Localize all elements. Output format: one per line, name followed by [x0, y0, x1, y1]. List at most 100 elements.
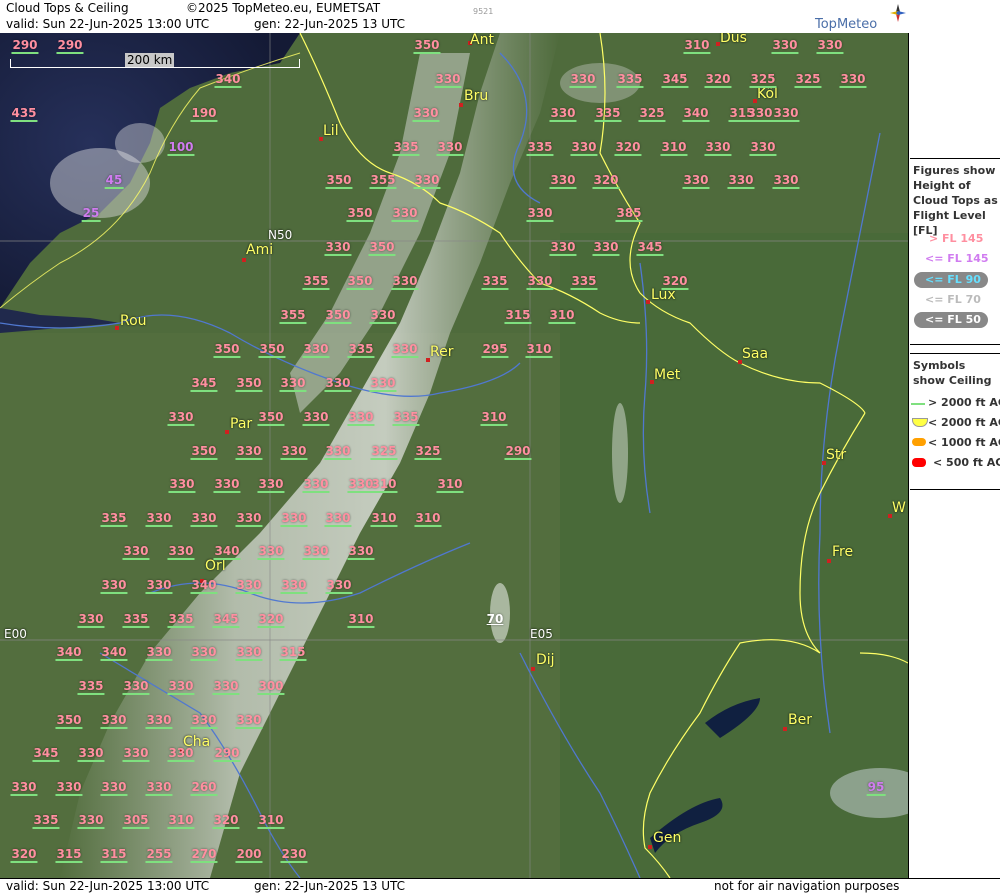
cloud-top-label: 335 — [347, 342, 375, 358]
cloud-top-label: 435 — [10, 106, 38, 122]
topmeteo-logo: TopMeteo — [815, 17, 878, 32]
cloud-top-label: 345 — [190, 376, 218, 392]
cloud-top-label: 330 — [412, 106, 440, 122]
cloud-top-label: 330 — [145, 578, 173, 594]
cloud-top-label: 320 — [257, 612, 285, 628]
cloud-top-label: 325 — [794, 72, 822, 88]
legend-panel: Figures show Height of Cloud Tops as Fli… — [908, 33, 1000, 878]
cloud-top-label: 330 — [772, 106, 800, 122]
cloud-top-label: 330 — [324, 444, 352, 460]
legend-ceil-500: < 500 ft AGL — [933, 456, 1000, 469]
cloud-top-label: 330 — [190, 713, 218, 729]
cloud-top-label: 325 — [414, 444, 442, 460]
cloud-top-label: 335 — [616, 72, 644, 88]
compass-icon — [890, 4, 906, 22]
cloud-top-label: 330 — [77, 612, 105, 628]
grid-label-e00: E00 — [4, 627, 27, 641]
city-rou: Rou — [120, 313, 147, 329]
cloud-top-label: 230 — [280, 847, 308, 863]
cloud-top-label: 345 — [661, 72, 689, 88]
cloud-top-label: 290 — [11, 38, 39, 54]
cloud-top-label: 330 — [369, 308, 397, 324]
cloud-top-label: 335 — [570, 274, 598, 290]
cloud-top-label: 350 — [324, 308, 352, 324]
legend-fl-70: <= FL 70 — [925, 293, 981, 306]
cloud-top-label: 330 — [167, 679, 195, 695]
cloud-top-label: 340 — [213, 544, 241, 560]
scale-bar-label: 200 km — [125, 53, 175, 67]
cloud-top-label: 325 — [638, 106, 666, 122]
cloud-top-label: 330 — [569, 72, 597, 88]
cloud-top-label: 320 — [661, 274, 689, 290]
ceil-yellow-icon — [912, 418, 928, 427]
cloud-top-label: 330 — [746, 106, 774, 122]
cloud-top-label: 330 — [325, 578, 353, 594]
cloud-top-label: 95 — [866, 780, 886, 796]
satellite-map[interactable]: 200 km N50 E00 E05 Ant Düs Bru Köl Lil A… — [0, 33, 908, 878]
city-met: Met — [654, 367, 681, 383]
cloud-top-label: 290 — [213, 746, 241, 762]
cloud-top-label: 330 — [77, 813, 105, 829]
cloud-top-label: 355 — [369, 173, 397, 189]
cloud-top-label: 325 — [749, 72, 777, 88]
cloud-top-label: 350 — [235, 376, 263, 392]
cloud-top-label: 310 — [548, 308, 576, 324]
copyright: ©2025 TopMeteo.eu, EUMETSAT — [186, 1, 381, 15]
cloud-top-label: 330 — [816, 38, 844, 54]
cloud-top-label: 355 — [279, 308, 307, 324]
cloud-top-label: 345 — [32, 746, 60, 762]
city-str: Str — [826, 447, 847, 463]
cloud-top-label: 330 — [549, 173, 577, 189]
cloud-top-label: 330 — [434, 72, 462, 88]
cloud-top-label: 385 — [615, 206, 643, 222]
cloud-top-label: 330 — [839, 72, 867, 88]
cloud-top-label: 330 — [526, 206, 554, 222]
cloud-top-label: 190 — [190, 106, 218, 122]
cloud-top-label: 315 — [504, 308, 532, 324]
ceil-red-icon — [912, 458, 926, 467]
header-bar: Cloud Tops & Ceiling ©2025 TopMeteo.eu, … — [0, 0, 908, 34]
cloud-top-label: 315 — [100, 847, 128, 863]
cloud-top-label: 330 — [100, 780, 128, 796]
city-dij: Dij — [536, 652, 555, 668]
cloud-top-label: 330 — [212, 679, 240, 695]
cloud-top-label: 330 — [122, 679, 150, 695]
cloud-top-label: 340 — [55, 645, 83, 661]
city-fre: Fre — [832, 544, 854, 560]
cloud-top-label: 330 — [167, 410, 195, 426]
cloud-top-label: 330 — [549, 106, 577, 122]
grid-label-e05: E05 — [530, 627, 553, 641]
cloud-top-label: 100 — [167, 140, 195, 156]
cloud-top-label: 70 — [486, 612, 504, 626]
cloud-top-label: 330 — [167, 746, 195, 762]
cloud-top-label: 330 — [77, 746, 105, 762]
cloud-top-label: 340 — [682, 106, 710, 122]
cloud-top-label: 305 — [122, 813, 150, 829]
cloud-top-label: 350 — [257, 410, 285, 426]
cloud-top-label: 330 — [526, 274, 554, 290]
cloud-top-label: 335 — [392, 140, 420, 156]
cloud-top-label: 335 — [122, 612, 150, 628]
cloud-top-label: 330 — [347, 544, 375, 560]
cloud-top-label: 310 — [436, 477, 464, 493]
city-gen: Gen — [653, 830, 682, 846]
cloud-top-label: 335 — [526, 140, 554, 156]
cloud-top-label: 330 — [391, 342, 419, 358]
cloud-top-label: 310 — [414, 511, 442, 527]
cloud-top-label: 330 — [167, 544, 195, 560]
cloud-top-label: 315 — [55, 847, 83, 863]
cloud-top-label: 310 — [683, 38, 711, 54]
cloud-top-label: 330 — [772, 173, 800, 189]
valid-time: valid: Sun 22-Jun-2025 13:00 UTC — [6, 17, 210, 31]
cloud-top-label: 330 — [55, 780, 83, 796]
cloud-top-label: 320 — [592, 173, 620, 189]
cloud-top-label: 330 — [213, 477, 241, 493]
city-w: W — [892, 500, 906, 516]
legend-ceil-1000: < 1000 ft AGL — [928, 436, 1000, 449]
legend-figures-title: Figures show Height of Cloud Tops as Fli… — [913, 164, 998, 237]
cloud-top-label: 330 — [257, 544, 285, 560]
cloud-top-label: 330 — [279, 376, 307, 392]
cloud-top-label: 330 — [324, 376, 352, 392]
cloud-top-label: 330 — [280, 444, 308, 460]
cloud-top-label: 350 — [55, 713, 83, 729]
